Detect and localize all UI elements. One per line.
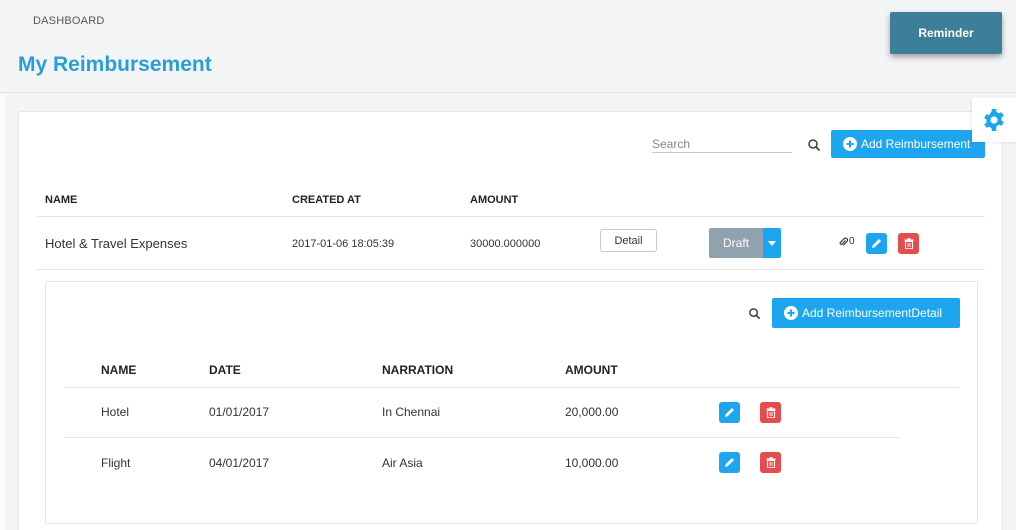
detail-narration: Air Asia (382, 456, 423, 470)
breadcrumb[interactable]: DASHBOARD (33, 15, 104, 27)
reimbursement-card: Add Reimbursement NAME CREATED AT AMOUNT… (18, 111, 1003, 530)
plus-circle-icon (784, 306, 798, 320)
detail-amount: 20,000.00 (565, 405, 619, 419)
delete-button[interactable] (898, 233, 919, 254)
gear-icon (984, 109, 1004, 131)
column-header-name: NAME (45, 194, 78, 206)
status-button[interactable]: Draft (709, 228, 763, 258)
detail-name: Hotel (101, 405, 130, 419)
reminder-button[interactable]: Reminder (890, 12, 1002, 54)
created-at-value: 2017-01-06 18:05:39 (292, 238, 395, 250)
header-divider (37, 216, 985, 217)
pencil-icon (725, 408, 734, 417)
search-input[interactable] (652, 135, 792, 153)
detail-name: Flight (101, 456, 131, 470)
page-header: DASHBOARD My Reimbursement (0, 0, 1016, 93)
plus-circle-icon (843, 137, 857, 151)
column-header-created-at: CREATED AT (292, 194, 361, 206)
search-icon[interactable] (748, 307, 761, 320)
detail-button[interactable]: Detail (600, 229, 657, 252)
reimbursement-detail-panel: Add ReimbursementDetail NAME DATE NARRAT… (45, 281, 978, 524)
detail-column-header-narration: NARRATION (382, 363, 454, 377)
pencil-icon (725, 458, 734, 467)
delete-button[interactable] (760, 452, 781, 473)
detail-row-divider (64, 437, 899, 438)
column-header-amount: AMOUNT (470, 194, 519, 206)
page-title: My Reimbursement (18, 53, 212, 76)
edit-button[interactable] (719, 452, 740, 473)
trash-icon (766, 457, 775, 468)
detail-amount: 10,000.00 (565, 456, 619, 470)
add-reimbursement-detail-label: Add ReimbursementDetail (802, 306, 943, 320)
status-dropdown-toggle[interactable] (763, 228, 781, 258)
row-divider (37, 269, 985, 270)
edit-button[interactable] (866, 233, 887, 254)
detail-date: 04/01/2017 (209, 456, 270, 470)
search-icon[interactable] (807, 138, 821, 152)
detail-header-divider (64, 387, 959, 388)
detail-column-header-name: NAME (101, 363, 137, 377)
attachment-count-value: 0 (849, 236, 855, 247)
add-reimbursement-button[interactable]: Add Reimbursement (831, 130, 985, 158)
detail-column-header-amount: AMOUNT (565, 363, 618, 377)
trash-icon (766, 407, 775, 418)
edit-button[interactable] (719, 402, 740, 423)
sidebar-edge (0, 94, 5, 530)
attachment-count[interactable]: 0 (839, 236, 855, 247)
settings-tab[interactable] (972, 98, 1016, 142)
reimbursement-name: Hotel & Travel Expenses (45, 236, 188, 251)
trash-icon (904, 238, 913, 249)
add-reimbursement-label: Add Reimbursement (861, 137, 971, 151)
delete-button[interactable] (760, 402, 781, 423)
pencil-icon (872, 239, 881, 248)
paperclip-icon (839, 237, 848, 246)
detail-narration: In Chennai (382, 405, 441, 419)
caret-down-icon (768, 240, 776, 246)
detail-date: 01/01/2017 (209, 405, 270, 419)
add-reimbursement-detail-button[interactable]: Add ReimbursementDetail (772, 298, 960, 328)
amount-value: 30000.000000 (470, 238, 541, 250)
detail-column-header-date: DATE (209, 363, 241, 377)
